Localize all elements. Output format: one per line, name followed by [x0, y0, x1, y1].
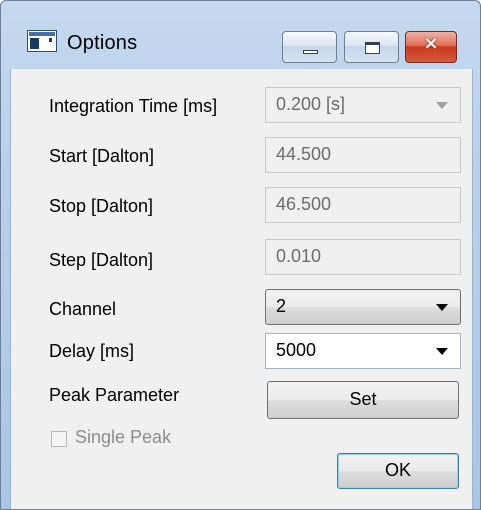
minimize-icon: [303, 50, 318, 54]
start-field[interactable]: 44.500: [265, 137, 461, 173]
step-field[interactable]: 0.010: [265, 239, 461, 275]
stop-label: Stop [Dalton]: [49, 196, 154, 216]
single-peak-checkbox[interactable]: [51, 431, 67, 447]
title-bar[interactable]: Options ×: [1, 1, 480, 63]
delay-value: 5000: [276, 340, 317, 360]
app-icon: [27, 30, 57, 52]
channel-label: Channel: [49, 299, 117, 319]
set-peak-parameter-button[interactable]: Set: [267, 381, 459, 419]
close-button[interactable]: ×: [405, 31, 457, 63]
channel-value: 2: [276, 296, 287, 316]
step-value: 0.010: [276, 246, 322, 266]
maximize-button[interactable]: [344, 31, 399, 63]
chevron-down-icon: [436, 102, 448, 109]
delay-select[interactable]: 5000: [265, 333, 461, 369]
minimize-button[interactable]: [282, 31, 337, 63]
step-label: Step [Dalton]: [49, 250, 154, 270]
ok-button[interactable]: OK: [337, 453, 459, 489]
options-window: Options × Integration Time [ms] 0.200 [s…: [0, 0, 481, 510]
peak-parameter-label: Peak Parameter: [49, 385, 180, 405]
single-peak-label: Single Peak: [75, 427, 172, 447]
integration-time-select[interactable]: 0.200 [s]: [265, 87, 461, 123]
integration-time-label: Integration Time [ms]: [49, 96, 218, 116]
stop-field[interactable]: 46.500: [265, 187, 461, 223]
dialog-body: Integration Time [ms] 0.200 [s] Start [D…: [10, 69, 473, 509]
channel-select[interactable]: 2: [265, 289, 461, 325]
maximize-icon: [365, 42, 380, 54]
start-label: Start [Dalton]: [49, 146, 155, 166]
stop-value: 46.500: [276, 194, 332, 214]
chevron-down-icon: [436, 304, 448, 311]
window-title: Options: [67, 32, 138, 54]
delay-label: Delay [ms]: [49, 341, 135, 361]
chevron-down-icon: [436, 348, 448, 355]
start-value: 44.500: [276, 144, 332, 164]
close-icon: ×: [423, 33, 439, 54]
integration-time-value: 0.200 [s]: [276, 94, 346, 114]
